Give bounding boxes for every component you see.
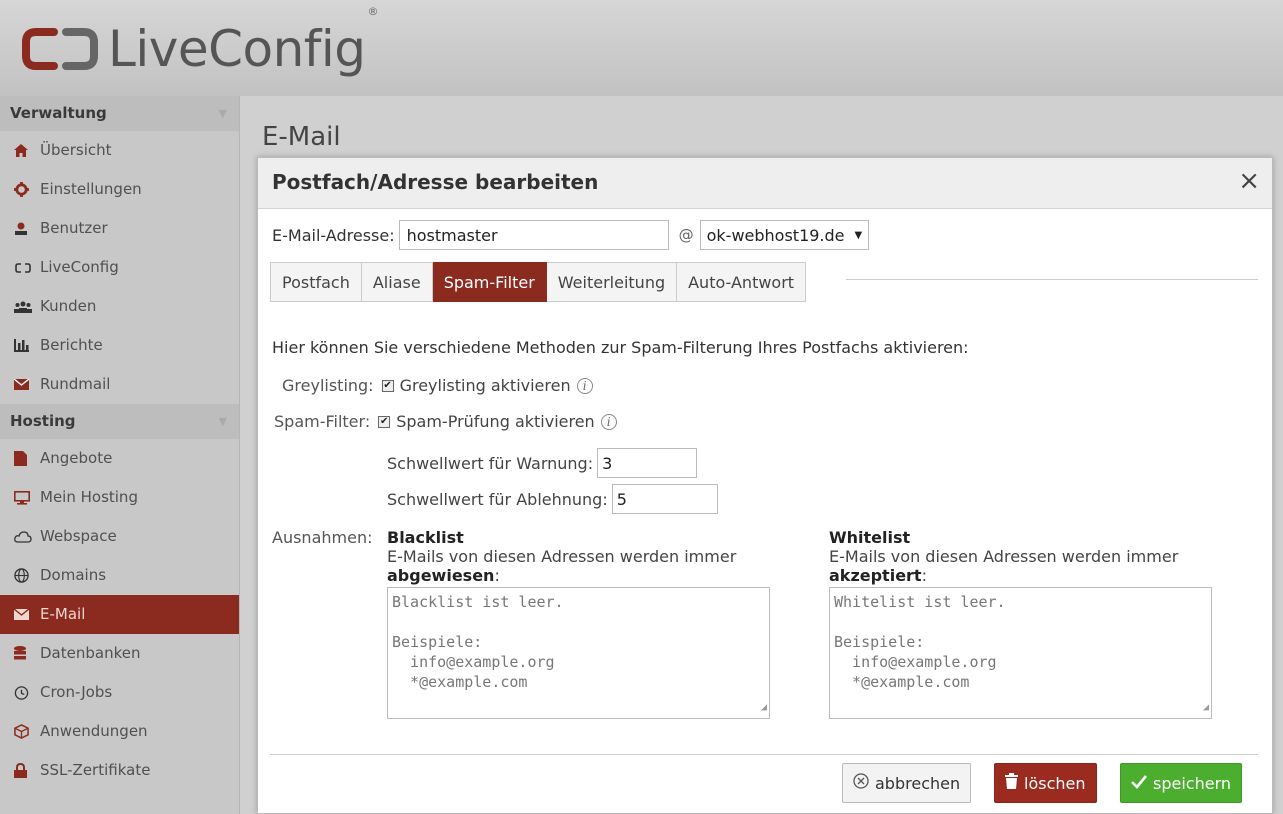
cloud-icon [14, 530, 40, 543]
exceptions-label: Ausnahmen: [272, 528, 373, 547]
info-icon[interactable]: i [576, 377, 593, 394]
logo-text: LiveConfig® [108, 5, 379, 78]
footer-divider [270, 754, 1258, 755]
blacklist-desc-bold: abgewiesen: [387, 566, 500, 585]
database-icon [14, 646, 40, 661]
warn-threshold-label: Schwellwert für Warnung: [387, 453, 594, 473]
chevron-down-icon: ▼ [854, 229, 863, 241]
sidebar-item-anwendungen[interactable]: Anwendungen [0, 712, 239, 751]
warn-threshold-row: Schwellwert für Warnung: [387, 448, 698, 478]
tab-spam-filter[interactable]: Spam-Filter [432, 262, 547, 302]
document-icon [14, 451, 40, 466]
bar-chart-icon [14, 339, 40, 352]
sidebar-item-datenbanken[interactable]: Datenbanken [0, 634, 239, 673]
cancel-circle-icon [853, 773, 869, 793]
intro-text: Hier können Sie verschiedene Methoden zu… [272, 338, 969, 357]
blacklist-textarea[interactable]: Blacklist ist leer. Beispiele: info@exam… [387, 587, 770, 719]
spamfilter-checkbox[interactable]: ✔ [378, 415, 391, 428]
spamfilter-label: Spam-Filter: [274, 412, 371, 431]
spamfilter-row: Spam-Filter: ✔ Spam-Prüfung aktivieren i [274, 412, 617, 431]
domain-select[interactable]: ok-webhost19.de ▼ [699, 220, 870, 250]
cube-icon [14, 724, 40, 739]
sidebar-item-domains[interactable]: Domains [0, 556, 239, 595]
at-sign: @ [678, 226, 694, 244]
liveconfig-logo-icon [22, 28, 98, 70]
sidebar-item-kunden[interactable]: Kunden [0, 287, 239, 326]
clock-icon [14, 685, 40, 700]
sidebar-section-hosting[interactable]: Hosting ▼ [0, 404, 239, 439]
address-local-input[interactable] [398, 220, 669, 250]
sidebar-item-liveconfig[interactable]: LiveConfig [0, 248, 239, 287]
warn-threshold-input[interactable] [597, 448, 698, 478]
whitelist-desc: E-Mails von diesen Adressen werden immer [829, 547, 1179, 566]
monitor-icon [14, 490, 40, 505]
greylisting-row: Greylisting: ✔ Greylisting aktivieren i [282, 376, 593, 395]
collapse-icon: ▼ [218, 107, 227, 120]
resize-grip-icon[interactable]: ◢ [761, 698, 767, 718]
reject-threshold-input[interactable] [611, 484, 718, 514]
sidebar-item-rundmail[interactable]: Rundmail [0, 365, 239, 404]
delete-button[interactable]: löschen [994, 763, 1097, 803]
sidebar-section-verwaltung[interactable]: Verwaltung ▼ [0, 96, 239, 131]
tab-divider [846, 279, 1258, 280]
envelope-icon [14, 379, 40, 390]
tab-weiterleitung[interactable]: Weiterleitung [546, 262, 678, 302]
sidebar-item-mein-hosting[interactable]: Mein Hosting [0, 478, 239, 517]
sidebar-item-cron-jobs[interactable]: Cron-Jobs [0, 673, 239, 712]
app-header: LiveConfig® [0, 0, 1283, 96]
greylisting-checkbox-label[interactable]: Greylisting aktivieren [400, 376, 571, 395]
customers-icon [14, 301, 40, 313]
greylisting-label: Greylisting: [282, 376, 374, 395]
trash-icon [1005, 773, 1018, 793]
page-title: E-Mail [262, 122, 341, 152]
resize-grip-icon[interactable]: ◢ [1203, 698, 1209, 718]
sidebar-item-berichte[interactable]: Berichte [0, 326, 239, 365]
sidebar-item-benutzer[interactable]: Benutzer [0, 209, 239, 248]
lock-icon [14, 763, 40, 778]
globe-icon [14, 568, 40, 583]
blacklist-block: Blacklist E-Mails von diesen Adressen we… [387, 528, 772, 719]
collapse-icon: ▼ [218, 415, 227, 428]
whitelist-block: Whitelist E-Mails von diesen Adressen we… [829, 528, 1214, 719]
sidebar-item-webspace[interactable]: Webspace [0, 517, 239, 556]
address-row: E-Mail-Adresse: @ ok-webhost19.de ▼ [272, 220, 870, 250]
cancel-button[interactable]: abbrechen [842, 763, 972, 803]
edit-mailbox-dialog: Postfach/Adresse bearbeiten × E-Mail-Adr… [257, 157, 1273, 814]
logo[interactable]: LiveConfig® [22, 5, 379, 84]
info-icon[interactable]: i [600, 413, 617, 430]
home-icon [14, 144, 40, 157]
greylisting-checkbox[interactable]: ✔ [381, 379, 394, 392]
address-label: E-Mail-Adresse: [272, 225, 395, 245]
whitelist-title: Whitelist [829, 528, 911, 547]
sidebar-item-ssl-zertifikate[interactable]: SSL-Zertifikate [0, 751, 239, 790]
close-icon[interactable]: × [1238, 166, 1260, 196]
save-button[interactable]: speichern [1120, 763, 1242, 803]
sidebar-item-einstellungen[interactable]: Einstellungen [0, 170, 239, 209]
tab-aliase[interactable]: Aliase [361, 262, 433, 302]
dialog-title: Postfach/Adresse bearbeiten [272, 170, 599, 194]
blacklist-title: Blacklist [387, 528, 464, 547]
sidebar-item-email[interactable]: E-Mail [0, 595, 239, 634]
sidebar-item-angebote[interactable]: Angebote [0, 439, 239, 478]
sidebar-item-uebersicht[interactable]: Übersicht [0, 131, 239, 170]
tab-postfach[interactable]: Postfach [270, 262, 362, 302]
spamfilter-checkbox-label[interactable]: Spam-Prüfung aktivieren [396, 412, 594, 431]
whitelist-desc-bold: akzeptiert: [829, 566, 927, 585]
dialog-header: Postfach/Adresse bearbeiten × [258, 158, 1272, 209]
reject-threshold-row: Schwellwert für Ablehnung: [387, 484, 718, 514]
sidebar: Verwaltung ▼ Übersicht Einstellungen Benu… [0, 96, 240, 814]
reject-threshold-label: Schwellwert für Ablehnung: [387, 489, 608, 509]
checkmark-icon [1131, 774, 1148, 793]
envelope-icon [14, 609, 40, 620]
user-icon [14, 222, 40, 235]
tab-bar: Postfach Aliase Spam-Filter Weiterleitun… [270, 262, 807, 302]
blacklist-desc: E-Mails von diesen Adressen werden immer [387, 547, 737, 566]
tab-auto-antwort[interactable]: Auto-Antwort [677, 262, 807, 302]
liveconfig-icon [14, 262, 40, 274]
whitelist-textarea[interactable]: Whitelist ist leer. Beispiele: info@exam… [829, 587, 1212, 719]
gear-icon [14, 182, 40, 197]
